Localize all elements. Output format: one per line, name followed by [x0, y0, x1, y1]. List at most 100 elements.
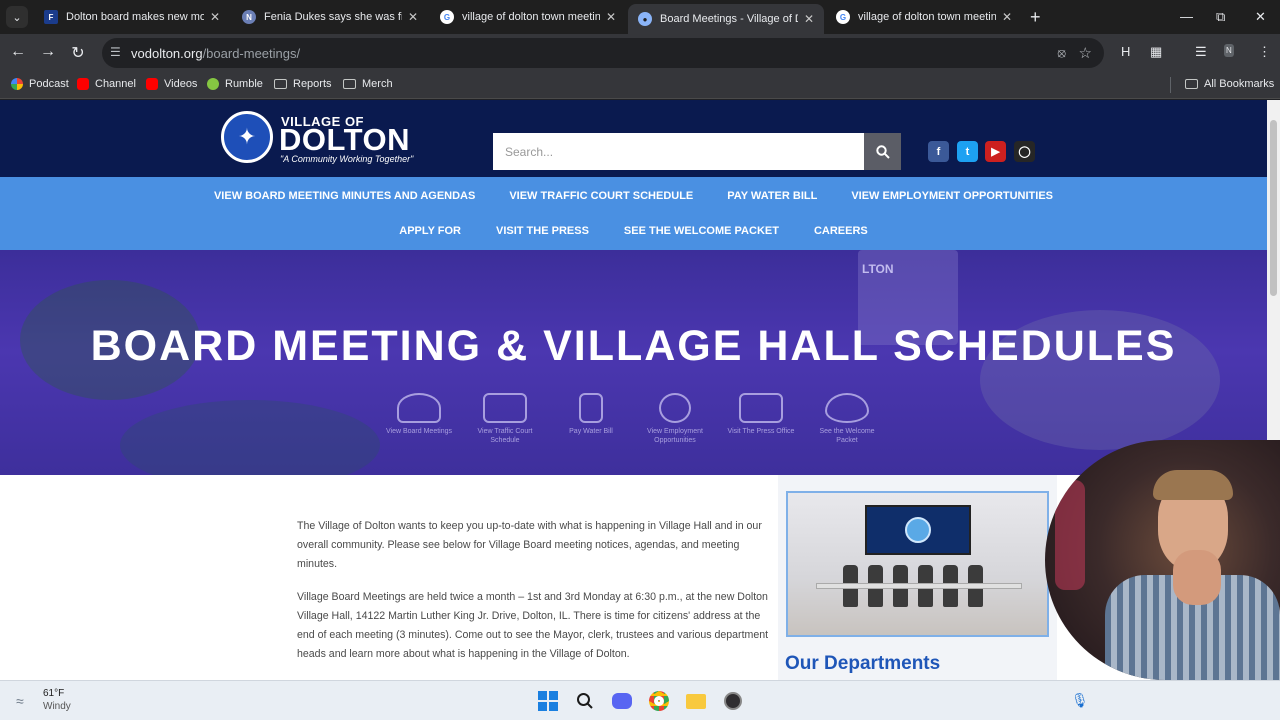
- logo-main-text[interactable]: DOLTON: [279, 122, 410, 158]
- search-button[interactable]: [864, 133, 901, 170]
- globe-icon: [905, 517, 931, 543]
- nav-pay-water-bill[interactable]: PAY WATER BILL: [727, 190, 817, 202]
- tab-2[interactable]: N Fenia Dukes says she was fired ✕: [232, 4, 428, 30]
- nav-apply-for[interactable]: APPLY FOR: [399, 225, 461, 237]
- url-domain: vodolton.org: [131, 46, 203, 61]
- bookmark-rumble[interactable]: Rumble: [207, 78, 263, 90]
- search-icon[interactable]: [573, 689, 597, 713]
- address-bar[interactable]: ☰ vodolton.org/board-meetings/ ⦻ ☆: [102, 38, 1104, 68]
- browser-toolbar: ← → ↻ ☰ vodolton.org/board-meetings/ ⦻ ☆…: [0, 34, 1280, 72]
- news-extension-icon[interactable]: N: [1224, 44, 1234, 57]
- site-search-input[interactable]: [493, 133, 864, 170]
- quicklink-label: View Board Meetings: [385, 428, 453, 435]
- tab-3[interactable]: G village of dolton town meeting ✕: [430, 4, 626, 30]
- restore-icon[interactable]: ⧉: [1216, 9, 1225, 25]
- nav-traffic-court[interactable]: VIEW TRAFFIC COURT SCHEDULE: [509, 190, 693, 202]
- bookmark-label: Reports: [293, 78, 332, 90]
- twitter-icon[interactable]: t: [957, 141, 978, 162]
- quicklink-press-office[interactable]: Visit The Press Office: [726, 393, 796, 436]
- magnifier-icon: [659, 393, 691, 423]
- wind-icon[interactable]: ≈: [16, 693, 36, 709]
- close-icon[interactable]: ✕: [210, 10, 220, 24]
- chrome-icon[interactable]: [647, 689, 671, 713]
- news-site-icon: N: [242, 10, 256, 24]
- site-info-icon[interactable]: ☰: [110, 45, 121, 59]
- nav-careers[interactable]: CAREERS: [814, 225, 868, 237]
- cars-icon: [483, 393, 527, 423]
- facebook-icon[interactable]: f: [928, 141, 949, 162]
- quicklink-traffic-court[interactable]: View Traffic Court Schedule: [470, 393, 540, 445]
- bookmark-reports[interactable]: Reports: [274, 78, 332, 90]
- tab-title: Board Meetings - Village of Dolton: [660, 13, 798, 25]
- quicklink-label: View Employment Opportunities: [647, 428, 703, 444]
- close-icon[interactable]: ✕: [606, 10, 616, 24]
- youtube-icon: [77, 78, 89, 90]
- heart-hands-icon: [825, 393, 869, 423]
- window-close-icon[interactable]: ✕: [1255, 9, 1266, 25]
- start-icon[interactable]: [536, 689, 560, 713]
- youtube-icon[interactable]: ▶: [985, 141, 1006, 162]
- url-path: /board-meetings/: [202, 46, 301, 61]
- media-control-icon[interactable]: ☰: [1195, 44, 1207, 60]
- hero-banner: LTON BOARD MEETING & VILLAGE HALL SCHEDU…: [0, 250, 1267, 475]
- extension-h-icon[interactable]: H: [1121, 44, 1130, 59]
- bookmark-label: Videos: [164, 78, 198, 90]
- departments-heading: Our Departments: [785, 653, 941, 674]
- main-navigation: VIEW BOARD MEETING MINUTES AND AGENDAS V…: [0, 177, 1267, 250]
- forward-icon[interactable]: →: [38, 43, 58, 61]
- bookmark-channel[interactable]: Channel: [77, 78, 136, 90]
- eye-off-icon[interactable]: ⦻: [1057, 45, 1066, 61]
- discord-icon[interactable]: [610, 689, 634, 713]
- hero-street-shape: [120, 400, 380, 475]
- weather-temp[interactable]: 61°F: [43, 688, 64, 699]
- reload-icon[interactable]: ↻: [68, 43, 88, 63]
- bookmark-merch[interactable]: Merch: [343, 78, 393, 90]
- google-icon: G: [836, 10, 850, 24]
- quicklink-label: See the Welcome Packet: [819, 428, 875, 444]
- quicklink-label: View Traffic Court Schedule: [477, 428, 533, 444]
- close-icon[interactable]: ✕: [1002, 10, 1012, 24]
- folder-icon: [1185, 79, 1198, 89]
- bookmark-star-icon[interactable]: ☆: [1079, 44, 1092, 62]
- tab-4-active[interactable]: ● Board Meetings - Village of Dolton ✕: [628, 4, 824, 34]
- file-explorer-icon[interactable]: [684, 689, 708, 713]
- weather-condition[interactable]: Windy: [43, 701, 71, 712]
- tab-title: village of dolton town meeting: [462, 11, 600, 23]
- folder-icon: [274, 79, 287, 89]
- tab-strip: ⌄ F Dolton board makes new move ✕ N Feni…: [0, 0, 1280, 34]
- tab-1[interactable]: F Dolton board makes new move ✕: [34, 4, 230, 30]
- quicklink-welcome-packet[interactable]: See the Welcome Packet: [812, 393, 882, 445]
- youtube-icon: [146, 78, 158, 90]
- back-icon[interactable]: ←: [8, 43, 28, 61]
- extensions-puzzle-icon[interactable]: ▦: [1150, 44, 1162, 60]
- nav-employment[interactable]: VIEW EMPLOYMENT OPPORTUNITIES: [851, 190, 1053, 202]
- nav-board-minutes[interactable]: VIEW BOARD MEETING MINUTES AND AGENDAS: [214, 190, 475, 202]
- quicklink-board-meetings[interactable]: View Board Meetings: [384, 393, 454, 436]
- instagram-icon[interactable]: ◯: [1014, 141, 1035, 162]
- close-icon[interactable]: ✕: [408, 10, 418, 24]
- scrollbar-thumb[interactable]: [1270, 120, 1277, 296]
- faucet-icon: [579, 393, 603, 423]
- fox-news-icon: F: [44, 10, 58, 24]
- tab-5[interactable]: G village of dolton town meeting ✕: [826, 4, 1022, 30]
- nav-visit-press[interactable]: VISIT THE PRESS: [496, 225, 589, 237]
- table-shape: [816, 583, 1022, 589]
- dolton-seal-logo[interactable]: ✦: [221, 111, 273, 163]
- all-bookmarks[interactable]: All Bookmarks: [1185, 78, 1274, 90]
- chevron-down-icon: ⌄: [12, 11, 22, 24]
- obs-icon[interactable]: [721, 689, 745, 713]
- new-tab-button[interactable]: +: [1030, 7, 1041, 28]
- bookmark-podcast[interactable]: Podcast: [11, 78, 69, 90]
- nav-welcome-packet[interactable]: SEE THE WELCOME PACKET: [624, 225, 779, 237]
- close-icon[interactable]: ✕: [804, 12, 814, 26]
- tab-search-button[interactable]: ⌄: [6, 6, 28, 28]
- bookmark-videos[interactable]: Videos: [146, 78, 197, 90]
- bookmarks-divider: [1170, 77, 1171, 93]
- microphone-icon[interactable]: 🎙: [1071, 692, 1089, 709]
- minimize-icon[interactable]: —: [1180, 9, 1193, 24]
- people-icon: [397, 393, 441, 423]
- quicklink-water-bill[interactable]: Pay Water Bill: [556, 393, 626, 436]
- intro-paragraph-1: The Village of Dolton wants to keep you …: [297, 520, 762, 570]
- menu-kebab-icon[interactable]: ⋮: [1258, 44, 1271, 60]
- quicklink-employment[interactable]: View Employment Opportunities: [640, 393, 710, 445]
